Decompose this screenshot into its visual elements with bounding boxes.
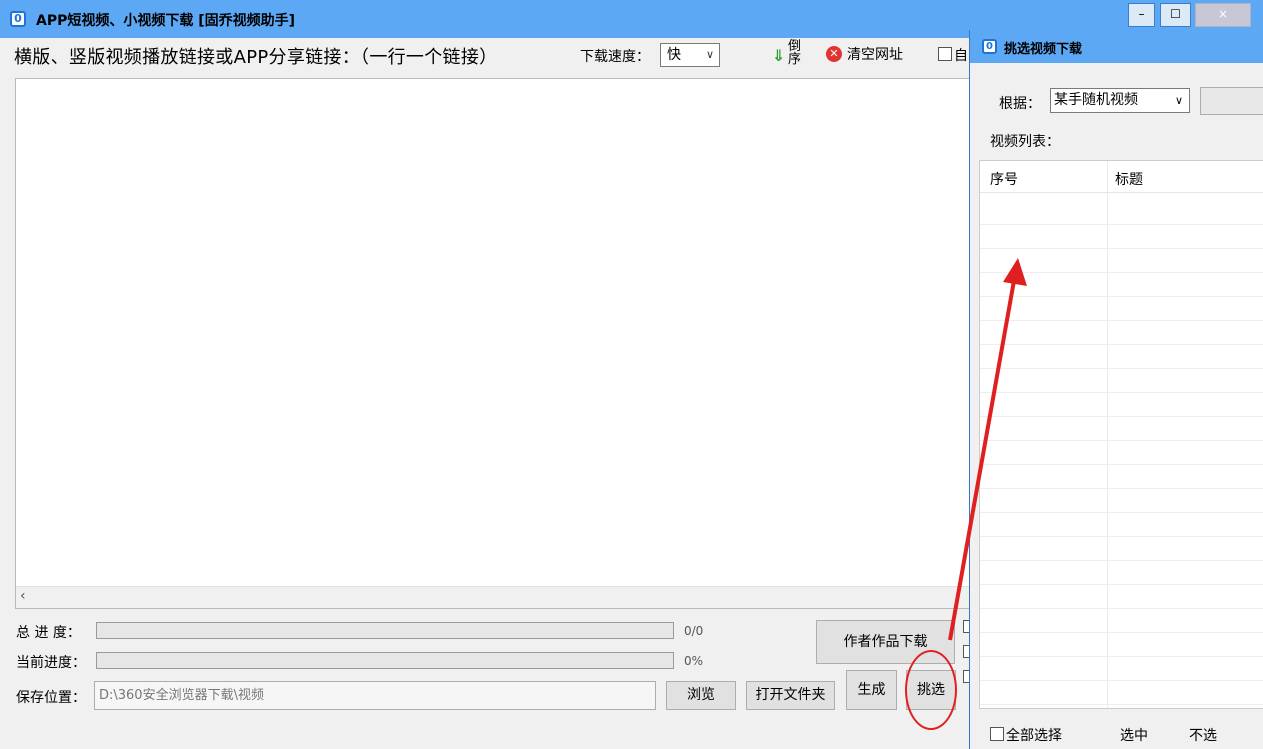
speed-select[interactable]: 快 ∨ — [660, 43, 720, 67]
maximize-button[interactable]: ☐ — [1160, 3, 1191, 27]
basis-extra-input[interactable] — [1200, 87, 1263, 115]
list-row — [980, 513, 1263, 537]
column-header-title[interactable]: 标题 — [1115, 169, 1143, 189]
current-progress-bar — [96, 652, 674, 669]
video-list[interactable]: 序号 标题 — [979, 160, 1263, 709]
list-row — [980, 417, 1263, 441]
column-header-index[interactable]: 序号 — [990, 169, 1018, 189]
select-all-checkbox[interactable] — [990, 727, 1004, 741]
pick-video-dialog: 0 挑选视频下载 根据： 某手随机视频 ∨ 视频列表： 序号 标题 全部选择 选… — [969, 30, 1263, 749]
list-row — [980, 633, 1263, 657]
auto-checkbox[interactable] — [938, 47, 952, 61]
list-row — [980, 345, 1263, 369]
total-progress-value: 0/0 — [684, 624, 704, 638]
speed-label: 下载速度： — [580, 49, 650, 65]
list-row — [980, 201, 1263, 225]
list-row — [980, 537, 1263, 561]
close-button[interactable]: × — [1195, 3, 1251, 27]
select-button[interactable]: 选中 — [1120, 725, 1148, 745]
list-row — [980, 465, 1263, 489]
total-progress-bar — [96, 622, 674, 639]
chevron-down-icon: ∨ — [705, 48, 714, 61]
list-row — [980, 681, 1263, 705]
total-progress-label: 总 进 度： — [16, 625, 81, 641]
list-row — [980, 657, 1263, 681]
list-row — [980, 249, 1263, 273]
auto-checkbox-label: 自 — [954, 48, 968, 64]
video-list-label: 视频列表： — [990, 134, 1060, 150]
minimize-button[interactable]: – — [1128, 3, 1155, 27]
dialog-titlebar: 0 挑选视频下载 — [970, 30, 1263, 63]
list-row — [980, 489, 1263, 513]
save-location-label: 保存位置： — [16, 690, 86, 706]
chevron-down-icon: ∨ — [1174, 94, 1183, 107]
annotation-circle — [905, 650, 957, 730]
generate-button[interactable]: 生成 — [846, 670, 897, 710]
basis-select-value: 某手随机视频 — [1054, 92, 1138, 108]
list-row — [980, 273, 1263, 297]
basis-label: 根据： — [999, 96, 1041, 112]
horizontal-scrollbar[interactable]: ‹ — [16, 586, 969, 608]
link-textarea[interactable] — [15, 78, 970, 609]
dialog-title: 挑选视频下载 — [1004, 42, 1083, 57]
link-prompt-label: 横版、竖版视频播放链接或APP分享链接：（一行一个链接） — [14, 47, 498, 68]
clear-urls-label: 清空网址 — [847, 47, 903, 63]
down-arrow-icon: ⇓ — [772, 46, 786, 65]
list-row — [980, 585, 1263, 609]
list-row — [980, 369, 1263, 393]
list-row — [980, 609, 1263, 633]
list-row — [980, 297, 1263, 321]
clear-urls-button[interactable]: ✕ 清空网址 — [826, 44, 903, 66]
reverse-order-button[interactable]: ⇓ 倒序 — [772, 40, 806, 74]
clear-x-icon: ✕ — [826, 46, 842, 62]
browse-button[interactable]: 浏览 — [666, 681, 736, 710]
open-folder-button[interactable]: 打开文件夹 — [746, 681, 835, 710]
list-row — [980, 393, 1263, 417]
app-icon: 0 — [10, 11, 26, 27]
current-progress-value: 0% — [684, 654, 704, 668]
app-icon: 0 — [982, 39, 997, 54]
list-header: 序号 标题 — [980, 161, 1263, 193]
basis-select[interactable]: 某手随机视频 ∨ — [1050, 88, 1190, 113]
list-row — [980, 561, 1263, 585]
speed-select-value: 快 — [667, 47, 681, 63]
window-title: APP短视频、小视频下载 [固乔视频助手] — [36, 13, 296, 29]
list-row — [980, 441, 1263, 465]
list-row — [980, 321, 1263, 345]
deselect-button[interactable]: 不选 — [1189, 725, 1217, 745]
current-progress-label: 当前进度： — [16, 655, 86, 671]
select-all-label: 全部选择 — [1006, 728, 1062, 744]
scroll-left-icon[interactable]: ‹ — [20, 588, 26, 604]
list-row — [980, 225, 1263, 249]
reverse-order-label: 倒序 — [788, 39, 802, 67]
save-path-input[interactable]: D:\360安全浏览器下载\视频 — [94, 681, 656, 710]
